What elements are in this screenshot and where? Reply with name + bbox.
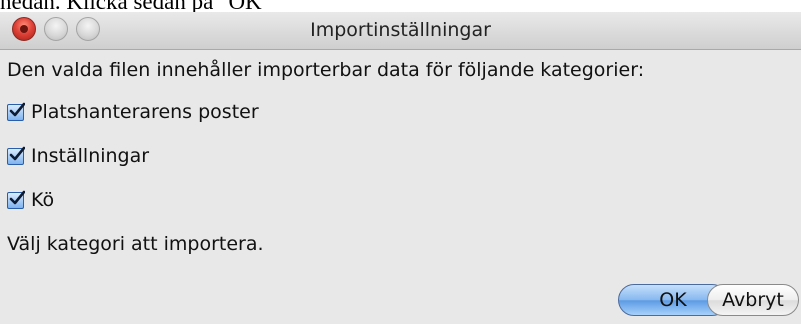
dialog-content: Den valda filen innehåller importerbar d…	[0, 50, 801, 324]
category-label: Platshanterarens poster	[31, 101, 259, 123]
category-platshanterarens-poster[interactable]: Platshanterarens poster	[7, 99, 259, 125]
import-settings-dialog: Importinställningar Den valda filen inne…	[0, 12, 801, 324]
checkbox-checked-icon[interactable]	[7, 190, 25, 209]
dialog-title: Importinställningar	[310, 19, 491, 41]
category-installningar[interactable]: Inställningar	[7, 143, 149, 169]
cancel-button[interactable]: Avbryt	[707, 284, 799, 316]
intro-text: Den valda filen innehåller importerbar d…	[7, 59, 645, 81]
category-ko[interactable]: Kö	[7, 187, 54, 213]
instruction-text: Välj kategori att importera.	[7, 233, 264, 255]
checkbox-checked-icon[interactable]	[7, 146, 25, 165]
background-document: nedan. Klicka sedan på "OK"	[0, 0, 801, 12]
category-label: Kö	[31, 189, 55, 211]
checkbox-checked-icon[interactable]	[7, 102, 25, 121]
background-document-text: nedan. Klicka sedan på "OK"	[0, 0, 271, 12]
dialog-titlebar[interactable]: Importinställningar	[0, 12, 801, 50]
category-label: Inställningar	[31, 145, 150, 167]
